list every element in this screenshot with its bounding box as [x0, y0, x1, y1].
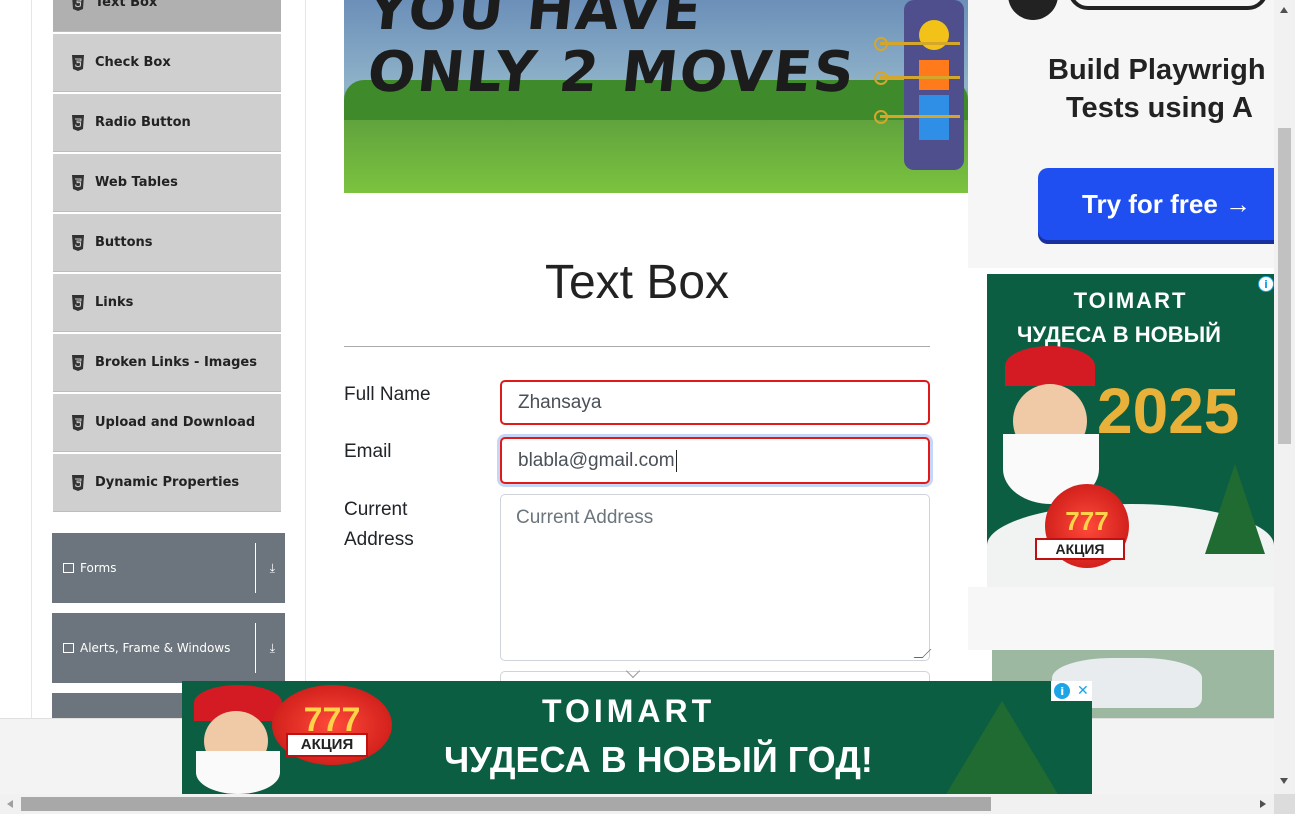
scrollbar-corner — [1274, 794, 1295, 814]
ad-controls: i ✕ — [1051, 681, 1092, 701]
sidebar-item-label: Broken Links - Images — [95, 355, 257, 370]
scroll-right-icon[interactable] — [1260, 800, 1266, 808]
ad-logo-icon — [1008, 0, 1058, 20]
html5-icon — [72, 354, 84, 371]
playwright-ad[interactable]: Build Playwrigh Tests using A Try for fr… — [968, 0, 1274, 268]
resize-grip-icon[interactable] — [913, 649, 932, 658]
ad-akcia-label: АКЦИЯ — [286, 733, 368, 757]
banner-tower — [904, 0, 964, 170]
ad-brand: TOIMART — [1073, 288, 1188, 313]
sidebar-rail — [31, 0, 32, 718]
download-icon: ⤓ — [269, 641, 275, 655]
current-address-label-line2: Address — [344, 529, 414, 550]
html5-icon — [72, 474, 84, 491]
sidebar-item-dynamic-properties[interactable]: Dynamic Properties — [53, 454, 281, 512]
toimart-side-ad[interactable]: TOIMART ЧУДЕСА В НОВЫЙ ГОД! 2025 777 АКЦ… — [987, 274, 1274, 587]
sidebar-item-label: Radio Button — [95, 115, 191, 130]
current-address-textarea[interactable]: Current Address — [500, 494, 932, 661]
full-name-label: Full Name — [344, 384, 431, 405]
banner-pin — [874, 37, 960, 51]
sidebar-item-upload-download[interactable]: Upload and Download — [53, 394, 281, 452]
banner-pin — [874, 110, 960, 124]
banner-line-2: ONLY 2 MOVES — [364, 40, 860, 105]
ad-brand: TOIMART — [542, 693, 716, 729]
sidebar-item-label: Web Tables — [95, 175, 178, 190]
banner-line-1: YOU HAVE — [364, 0, 707, 43]
page: Text Box Check Box Radio Button Web Tabl… — [0, 0, 1295, 814]
sidebar-item-check-box[interactable]: Check Box — [53, 34, 281, 92]
sidebar-group-label: Alerts, Frame & Windows — [80, 641, 231, 655]
email-label: Email — [344, 441, 392, 462]
group-divider — [255, 543, 256, 593]
sidebar-group-label: Forms — [80, 561, 117, 575]
sidebar-group-forms[interactable]: Forms ⤓ — [52, 533, 285, 603]
html5-icon — [72, 54, 84, 71]
html5-icon — [72, 0, 84, 11]
text-caret — [675, 449, 677, 472]
try-for-free-button[interactable]: Try for free → — [1038, 168, 1274, 240]
ad-spacer — [968, 587, 1274, 650]
vertical-scrollbar[interactable] — [1274, 0, 1295, 794]
toimart-bottom-ad[interactable]: 777 АКЦИЯ TOIMART ЧУДЕСА В НОВЫЙ ГОД! — [182, 681, 1092, 794]
scroll-up-icon[interactable] — [1280, 7, 1288, 13]
banner-pin — [874, 71, 960, 85]
full-name-input[interactable]: Zhansaya — [500, 380, 930, 425]
sidebar-item-label: Text Box — [95, 0, 158, 10]
sidebar-item-broken-links[interactable]: Broken Links - Images — [53, 334, 281, 392]
horizontal-scroll-thumb[interactable] — [21, 797, 991, 811]
sidebar-item-buttons[interactable]: Buttons — [53, 214, 281, 272]
christmas-tree-icon — [1205, 464, 1265, 554]
horizontal-scrollbar[interactable] — [0, 794, 1274, 814]
chevron-down-icon — [625, 663, 641, 679]
current-address-placeholder: Current Address — [516, 507, 654, 528]
window-icon — [63, 643, 74, 653]
sidebar-item-label: Check Box — [95, 55, 171, 70]
banner-gold — [919, 20, 949, 50]
sidebar-item-web-tables[interactable]: Web Tables — [53, 154, 281, 212]
form-icon — [63, 563, 74, 573]
ad-headline-line1: Build Playwrigh — [1048, 54, 1266, 86]
ad-logo-wordmark — [1068, 0, 1268, 10]
current-address-label-line1: Current — [344, 499, 408, 520]
sidebar-item-text-box[interactable]: Text Box — [53, 0, 281, 32]
ad-info-icon[interactable]: i — [1258, 276, 1274, 292]
ad-promo: ЧУДЕСА В НОВЫЙ ГОД! — [444, 739, 873, 780]
christmas-tree-icon — [942, 701, 1062, 794]
sidebar-item-links[interactable]: Links — [53, 274, 281, 332]
ad-akcia-label: АКЦИЯ — [1035, 538, 1125, 560]
email-input[interactable]: blabla@gmail.com — [500, 437, 930, 484]
ad-info-icon[interactable]: i — [1054, 683, 1071, 699]
email-value: blabla@gmail.com — [518, 449, 675, 471]
sidebar-item-radio-button[interactable]: Radio Button — [53, 94, 281, 152]
banner-lava — [919, 60, 949, 90]
title-divider — [344, 346, 930, 347]
html5-icon — [72, 294, 84, 311]
group-divider — [255, 623, 256, 673]
current-address-label: Current Address — [344, 495, 414, 555]
vertical-scroll-thumb[interactable] — [1278, 128, 1291, 444]
html5-icon — [72, 114, 84, 131]
ad-headline-line2: Tests using A — [1066, 92, 1253, 124]
html5-icon — [72, 234, 84, 251]
full-name-value: Zhansaya — [518, 391, 602, 413]
html5-icon — [72, 414, 84, 431]
ad-year: 2025 — [1097, 375, 1240, 447]
sidebar-item-label: Dynamic Properties — [95, 475, 240, 490]
sidebar-group-alerts[interactable]: Alerts, Frame & Windows ⤓ — [52, 613, 285, 683]
html5-icon — [72, 174, 84, 191]
close-icon[interactable]: ✕ — [1077, 683, 1089, 699]
download-icon: ⤓ — [269, 561, 275, 575]
sidebar-item-label: Upload and Download — [95, 415, 256, 430]
scroll-left-icon[interactable] — [7, 800, 13, 808]
page-title: Text Box — [544, 256, 730, 309]
sidebar-item-label: Links — [95, 295, 134, 310]
santa-beard-icon — [196, 751, 280, 794]
game-banner-ad[interactable]: YOU HAVE ONLY 2 MOVES — [344, 0, 968, 193]
sidebar-item-label: Buttons — [95, 235, 153, 250]
scroll-down-icon[interactable] — [1280, 778, 1288, 784]
santa-hat-icon — [1005, 346, 1095, 386]
